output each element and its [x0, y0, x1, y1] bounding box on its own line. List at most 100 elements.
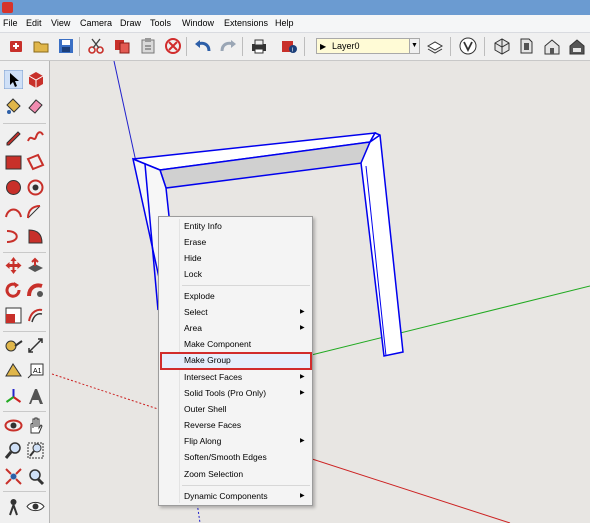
toolbar-separator	[3, 123, 46, 124]
three-point-arc-icon[interactable]	[4, 227, 23, 246]
freehand-icon[interactable]	[26, 127, 45, 146]
protractor-icon[interactable]	[4, 361, 23, 380]
toolbar-separator	[242, 37, 243, 56]
follow-me-icon[interactable]	[26, 281, 45, 300]
left-toolbar: A1	[0, 61, 50, 523]
right-view-icon[interactable]	[568, 37, 586, 55]
offset-icon[interactable]	[26, 306, 45, 325]
top-view-icon[interactable]	[517, 37, 535, 55]
zoom-window-icon[interactable]	[26, 441, 45, 460]
toolbar-separator	[3, 252, 46, 253]
pan-hand-icon[interactable]	[26, 416, 45, 435]
menu-item-make-component[interactable]: Make Component	[184, 339, 251, 349]
menu-item-solid-tools[interactable]: Solid Tools (Pro Only)	[184, 388, 266, 398]
menu-item-erase[interactable]: Erase	[184, 237, 206, 247]
two-point-arc-icon[interactable]	[26, 203, 45, 222]
toolbar-separator	[3, 411, 46, 412]
submenu-arrow-icon: ▶	[300, 309, 305, 315]
zoom-extents-icon[interactable]	[4, 467, 23, 486]
rotated-rectangle-icon[interactable]	[26, 153, 45, 172]
menu-item-hide[interactable]: Hide	[184, 253, 201, 263]
print-icon[interactable]	[250, 37, 268, 55]
menu-help[interactable]: Help	[275, 18, 294, 28]
orbit-icon[interactable]	[4, 416, 23, 435]
pencil-line-icon[interactable]	[4, 127, 23, 146]
toolbar-separator	[304, 37, 305, 56]
menu-item-zoom-selection[interactable]: Zoom Selection	[184, 469, 243, 479]
position-camera-icon[interactable]	[4, 497, 23, 516]
menu-item-explode[interactable]: Explode	[184, 291, 215, 301]
menu-item-reverse-faces[interactable]: Reverse Faces	[184, 420, 241, 430]
paste-icon[interactable]	[139, 37, 157, 55]
zoom-icon[interactable]	[4, 441, 23, 460]
menu-item-flip-along[interactable]: Flip Along	[184, 436, 221, 446]
move-icon[interactable]	[4, 256, 23, 275]
submenu-arrow-icon: ▶	[300, 493, 305, 499]
model-viewport[interactable]	[50, 61, 590, 523]
select-arrow-icon[interactable]	[4, 70, 23, 89]
pie-icon[interactable]	[26, 227, 45, 246]
redo-icon[interactable]	[219, 37, 237, 55]
layer-selector[interactable]: ▶ Layer0	[316, 38, 420, 54]
main-toolbar: i ▶ Layer0 ▼	[0, 33, 590, 61]
menu-item-dynamic-components[interactable]: Dynamic Components	[184, 491, 268, 501]
layer-dropdown-button[interactable]: ▼	[409, 38, 420, 54]
context-menu: Entity Info Erase Hide Lock Explode Sele…	[158, 216, 313, 506]
sketchup-logo-icon[interactable]	[2, 2, 13, 13]
tape-measure-icon[interactable]	[4, 336, 23, 355]
save-icon[interactable]	[57, 37, 75, 55]
menu-item-soften-smooth-edges[interactable]: Soften/Smooth Edges	[184, 452, 267, 462]
menu-item-outer-shell[interactable]: Outer Shell	[184, 404, 227, 414]
make-component-icon[interactable]	[26, 70, 45, 89]
menu-item-make-group[interactable]: Make Group	[184, 355, 231, 365]
scale-icon[interactable]	[4, 306, 23, 325]
menu-draw[interactable]: Draw	[120, 18, 141, 28]
toolbar-separator	[3, 491, 46, 492]
polygon-icon[interactable]	[26, 178, 45, 197]
cut-icon[interactable]	[87, 37, 105, 55]
style-v-icon[interactable]	[459, 37, 477, 55]
copy-icon[interactable]	[113, 37, 131, 55]
rectangle-icon[interactable]	[4, 153, 23, 172]
menu-item-select[interactable]: Select	[184, 307, 208, 317]
model-canvas	[51, 61, 590, 523]
submenu-arrow-icon: ▶	[300, 438, 305, 444]
layer-manager-icon[interactable]	[426, 37, 444, 55]
title-bar	[0, 0, 590, 15]
submenu-arrow-icon: ▶	[300, 390, 305, 396]
erase-icon[interactable]	[164, 37, 182, 55]
menu-item-area[interactable]: Area	[184, 323, 202, 333]
menu-window[interactable]: Window	[182, 18, 214, 28]
paint-bucket-icon[interactable]	[4, 96, 23, 115]
undo-icon[interactable]	[194, 37, 212, 55]
layer-selector-value: Layer0	[332, 41, 360, 51]
toolbar-separator	[3, 331, 46, 332]
eraser-icon[interactable]	[26, 96, 45, 115]
menu-item-lock[interactable]: Lock	[184, 269, 202, 279]
menu-file[interactable]: File	[3, 18, 18, 28]
open-folder-icon[interactable]	[32, 37, 50, 55]
make-group-highlight	[160, 352, 312, 370]
push-pull-icon[interactable]	[26, 256, 45, 275]
menu-edit[interactable]: Edit	[26, 18, 42, 28]
menu-view[interactable]: View	[51, 18, 70, 28]
front-view-icon[interactable]	[543, 37, 561, 55]
new-file-icon[interactable]	[7, 37, 25, 55]
circle-icon[interactable]	[4, 178, 23, 197]
dimension-icon[interactable]	[26, 336, 45, 355]
previous-view-icon[interactable]	[26, 467, 45, 486]
model-info-icon[interactable]: i	[280, 37, 298, 55]
menu-camera[interactable]: Camera	[80, 18, 112, 28]
arc-icon[interactable]	[4, 203, 23, 222]
menu-item-intersect-faces[interactable]: Intersect Faces	[184, 372, 242, 382]
menu-item-entity-info[interactable]: Entity Info	[184, 221, 222, 231]
layer-pointer-icon: ▶	[320, 42, 327, 51]
rotate-icon[interactable]	[4, 281, 23, 300]
menu-tools[interactable]: Tools	[150, 18, 171, 28]
look-around-eye-icon[interactable]	[26, 497, 45, 516]
text-tool-icon[interactable]: A1	[26, 361, 45, 380]
3d-text-icon[interactable]	[26, 387, 45, 406]
iso-view-icon[interactable]	[493, 37, 511, 55]
axes-icon[interactable]	[4, 387, 23, 406]
menu-extensions[interactable]: Extensions	[224, 18, 268, 28]
